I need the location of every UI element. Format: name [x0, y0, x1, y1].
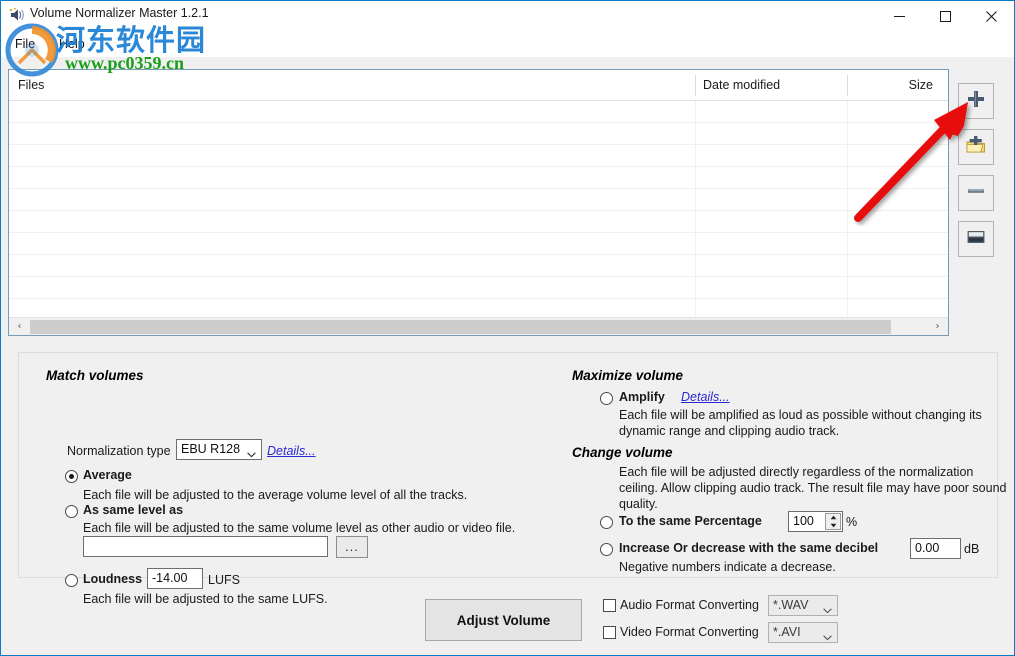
- decibel-value: 0.00: [915, 541, 939, 555]
- decibel-unit-label: dB: [964, 542, 979, 556]
- table-row[interactable]: [9, 255, 948, 277]
- close-button[interactable]: [968, 1, 1014, 31]
- decibel-note: Negative numbers indicate a decrease.: [619, 559, 1015, 575]
- chevron-down-icon: [247, 447, 256, 461]
- video-format-converting-label: Video Format Converting: [620, 625, 759, 639]
- window-controls: [876, 1, 1014, 31]
- normalization-type-select[interactable]: EBU R128: [176, 439, 262, 460]
- table-row[interactable]: [9, 189, 948, 211]
- adjust-volume-button[interactable]: Adjust Volume: [425, 599, 582, 641]
- remove-button[interactable]: [958, 175, 994, 211]
- window-title: Volume Normalizer Master 1.2.1: [30, 6, 209, 20]
- horizontal-scrollbar[interactable]: ‹ ›: [9, 317, 948, 335]
- add-file-button[interactable]: [958, 83, 994, 119]
- maximize-volume-title: Maximize volume: [572, 368, 683, 383]
- radio-as-same-level-as[interactable]: [65, 505, 78, 518]
- clear-list-icon: [966, 227, 986, 252]
- video-format-value: *.AVI: [773, 625, 801, 639]
- options-group-panel: Match volumes Normalization type EBU R12…: [18, 352, 998, 578]
- video-format-select[interactable]: *.AVI: [768, 622, 838, 643]
- radio-average-label: Average: [83, 468, 132, 482]
- radio-loudness-label: Loudness: [83, 572, 142, 586]
- add-folder-button[interactable]: [958, 129, 994, 165]
- percentage-stepper[interactable]: 100: [788, 511, 843, 532]
- radio-loudness[interactable]: [65, 574, 78, 587]
- folder-plus-icon: [966, 135, 986, 160]
- normalization-type-label: Normalization type: [67, 444, 171, 458]
- minus-icon: [966, 181, 986, 206]
- scroll-right-icon[interactable]: ›: [929, 318, 946, 335]
- column-header-files[interactable]: Files: [18, 78, 44, 92]
- radio-same-decibel[interactable]: [600, 543, 613, 556]
- percentage-value: 100: [793, 514, 814, 528]
- menu-item-help[interactable]: Help: [51, 35, 93, 53]
- table-row[interactable]: [9, 233, 948, 255]
- browse-button[interactable]: ...: [336, 536, 368, 558]
- match-volumes-details-link[interactable]: Details...: [267, 444, 316, 458]
- loudness-value: -14.00: [152, 571, 187, 585]
- reference-file-input[interactable]: [83, 536, 328, 557]
- radio-amplify-label: Amplify: [619, 390, 665, 404]
- loudness-unit-label: LUFS: [208, 573, 240, 587]
- loudness-input[interactable]: -14.00: [147, 568, 203, 589]
- table-row[interactable]: [9, 277, 948, 299]
- table-row[interactable]: [9, 211, 948, 233]
- stepper-down-icon[interactable]: [826, 522, 840, 529]
- audio-format-select[interactable]: *.WAV: [768, 595, 838, 616]
- decibel-input[interactable]: 0.00: [910, 538, 961, 559]
- title-bar: Volume Normalizer Master 1.2.1: [1, 1, 1014, 31]
- file-toolbar: [958, 83, 998, 267]
- audio-format-value: *.WAV: [773, 598, 808, 612]
- maximize-button[interactable]: [922, 1, 968, 31]
- radio-as-same-level-as-description: Each file will be adjusted to the same v…: [83, 520, 583, 536]
- chevron-down-icon: [823, 603, 832, 617]
- amplify-details-link[interactable]: Details...: [681, 390, 730, 404]
- file-list-body[interactable]: [9, 101, 948, 317]
- normalization-type-value: EBU R128: [181, 442, 240, 456]
- minimize-button[interactable]: [876, 1, 922, 31]
- table-row[interactable]: [9, 145, 948, 167]
- radio-to-same-percentage[interactable]: [600, 516, 613, 529]
- video-format-converting-checkbox[interactable]: [603, 626, 616, 639]
- radio-to-same-percentage-label: To the same Percentage: [619, 514, 762, 528]
- audio-format-converting-checkbox[interactable]: [603, 599, 616, 612]
- column-header-date-modified[interactable]: Date modified: [703, 78, 780, 92]
- radio-same-decibel-label: Increase Or decrease with the same decib…: [619, 541, 878, 555]
- amplify-description: Each file will be amplified as loud as p…: [619, 407, 1015, 439]
- clear-all-button[interactable]: [958, 221, 994, 257]
- column-header-size[interactable]: Size: [865, 78, 933, 92]
- radio-average[interactable]: [65, 470, 78, 483]
- column-divider: [695, 75, 696, 96]
- radio-as-same-level-as-label: As same level as: [83, 503, 183, 517]
- table-row[interactable]: [9, 167, 948, 189]
- audio-format-converting-label: Audio Format Converting: [620, 598, 759, 612]
- chevron-down-icon: [823, 630, 832, 644]
- table-row[interactable]: [9, 101, 948, 123]
- change-volume-title: Change volume: [572, 445, 673, 460]
- match-volumes-title: Match volumes: [46, 368, 144, 383]
- percentage-unit-label: %: [846, 515, 857, 529]
- scroll-left-icon[interactable]: ‹: [11, 318, 28, 335]
- percentage-stepper-buttons[interactable]: [825, 513, 841, 530]
- table-row[interactable]: [9, 123, 948, 145]
- speaker-icon: [9, 7, 27, 23]
- radio-amplify[interactable]: [600, 392, 613, 405]
- column-divider: [847, 75, 848, 96]
- application-window: Volume Normalizer Master 1.2.1 File Help: [0, 0, 1015, 656]
- change-volume-description: Each file will be adjusted directly rega…: [619, 464, 1014, 512]
- scrollbar-thumb[interactable]: [30, 320, 891, 334]
- file-list-header: Files Date modified Size: [9, 70, 948, 101]
- plus-icon: [966, 89, 986, 114]
- radio-average-description: Each file will be adjusted to the averag…: [83, 487, 553, 503]
- menu-bar: File Help: [1, 31, 1014, 57]
- stepper-up-icon[interactable]: [826, 514, 840, 521]
- file-list[interactable]: Files Date modified Size ‹ ›: [8, 69, 949, 336]
- menu-item-file[interactable]: File: [7, 35, 43, 53]
